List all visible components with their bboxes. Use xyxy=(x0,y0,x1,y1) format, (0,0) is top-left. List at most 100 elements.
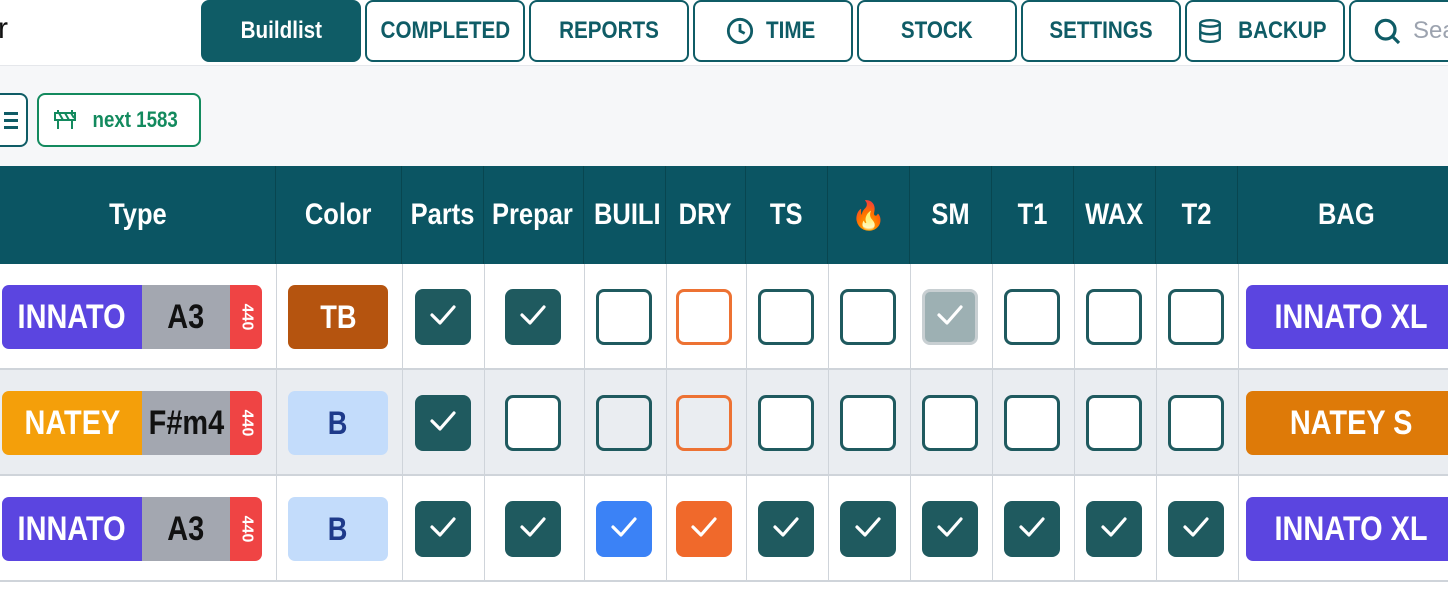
checkbox-sm[interactable] xyxy=(922,289,978,345)
col-ts[interactable]: TS xyxy=(746,166,828,264)
cell-divider xyxy=(828,264,829,368)
checkbox-t2[interactable] xyxy=(1168,289,1224,345)
cell-divider xyxy=(1238,264,1239,368)
fire-icon: 🔥 xyxy=(851,199,886,231)
nav-completed[interactable]: COMPLETED xyxy=(365,0,525,62)
type-name: INNATO xyxy=(2,285,142,349)
checkbox-fire[interactable] xyxy=(840,501,896,557)
cell-divider xyxy=(484,370,485,474)
color-badge[interactable]: B xyxy=(288,391,388,455)
nav-settings[interactable]: SETTINGS xyxy=(1021,0,1181,62)
cell-divider xyxy=(584,476,585,580)
checkbox-parts[interactable] xyxy=(415,289,471,345)
bag-label: INNATO XL xyxy=(1274,509,1428,548)
bag-button[interactable]: INNATO XL xyxy=(1246,497,1448,561)
checkbox-t1[interactable] xyxy=(1004,289,1060,345)
checkbox-sm[interactable] xyxy=(922,395,978,451)
color-badge[interactable]: B xyxy=(288,497,388,561)
tuning-label: 440 xyxy=(237,515,255,543)
checkbox-ts[interactable] xyxy=(758,501,814,557)
checkbox-prepare[interactable] xyxy=(505,395,561,451)
checkbox-fire[interactable] xyxy=(840,395,896,451)
table-row: INNATO A3 440 B INNATO XL xyxy=(0,476,1448,582)
cell-divider xyxy=(828,476,829,580)
col-t2[interactable]: T2 xyxy=(1156,166,1238,264)
checkbox-ts[interactable] xyxy=(758,289,814,345)
next-button[interactable]: next 1583 xyxy=(37,93,201,147)
col-wax[interactable]: WAX xyxy=(1074,166,1156,264)
type-name-label: INNATO xyxy=(17,509,127,548)
type-pill[interactable]: INNATO A3 440 xyxy=(2,497,262,561)
checkbox-parts[interactable] xyxy=(415,395,471,451)
cell-divider xyxy=(1156,370,1157,474)
nav-reports[interactable]: REPORTS xyxy=(529,0,689,62)
checkbox-wax[interactable] xyxy=(1086,289,1142,345)
app-brand: r xyxy=(0,12,8,45)
col-bag[interactable]: BAG xyxy=(1238,166,1448,264)
nav-backup[interactable]: BACKUP xyxy=(1185,0,1345,62)
cell-divider xyxy=(666,370,667,474)
cell-divider xyxy=(276,370,277,474)
check-icon xyxy=(609,515,639,544)
checkbox-wax[interactable] xyxy=(1086,501,1142,557)
check-icon xyxy=(428,303,458,332)
checkbox-sm[interactable] xyxy=(922,501,978,557)
cell-divider xyxy=(746,264,747,368)
checkbox-t2[interactable] xyxy=(1168,501,1224,557)
checkbox-dry[interactable] xyxy=(676,289,732,345)
table-header: Type Color Parts Prepar BUILI DRY TS 🔥 S… xyxy=(0,166,1448,264)
bag-button[interactable]: NATEY S xyxy=(1246,391,1448,455)
col-build[interactable]: BUILI xyxy=(584,166,666,264)
tuning-badge: 440 xyxy=(230,391,262,455)
type-note: F#m4 xyxy=(142,391,230,455)
type-note-label: A3 xyxy=(167,509,205,548)
color-code: B xyxy=(328,510,348,547)
col-fire[interactable]: 🔥 xyxy=(828,166,910,264)
checkbox-dry[interactable] xyxy=(676,501,732,557)
menu-button[interactable] xyxy=(0,93,28,147)
nav-stock[interactable]: STOCK xyxy=(857,0,1017,62)
search-icon xyxy=(1374,18,1401,45)
checkbox-build[interactable] xyxy=(596,289,652,345)
col-dry[interactable]: DRY xyxy=(666,166,746,264)
check-icon xyxy=(935,303,965,332)
col-prepare[interactable]: Prepar xyxy=(484,166,584,264)
nav-time[interactable]: TIME xyxy=(693,0,853,62)
table-row: NATEY F#m4 440 B NATEY S xyxy=(0,370,1448,476)
cell-divider xyxy=(910,370,911,474)
type-pill[interactable]: INNATO A3 440 xyxy=(2,285,262,349)
col-parts[interactable]: Parts xyxy=(402,166,484,264)
checkbox-parts[interactable] xyxy=(415,501,471,557)
cell-divider xyxy=(746,370,747,474)
color-code: TB xyxy=(319,298,357,335)
cell-divider xyxy=(828,370,829,474)
cell-divider xyxy=(666,264,667,368)
type-name: NATEY xyxy=(2,391,142,455)
checkbox-t2[interactable] xyxy=(1168,395,1224,451)
checkbox-ts[interactable] xyxy=(758,395,814,451)
check-icon xyxy=(935,515,965,544)
col-sm[interactable]: SM xyxy=(910,166,992,264)
checkbox-prepare[interactable] xyxy=(505,289,561,345)
checkbox-t1[interactable] xyxy=(1004,395,1060,451)
search-input[interactable]: Sea xyxy=(1349,0,1448,62)
checkbox-wax[interactable] xyxy=(1086,395,1142,451)
nav-buildlist[interactable]: Buildlist xyxy=(201,0,361,62)
checkbox-build[interactable] xyxy=(596,501,652,557)
checkbox-dry[interactable] xyxy=(676,395,732,451)
col-type[interactable]: Type xyxy=(0,166,276,264)
bag-label: NATEY S xyxy=(1289,403,1413,442)
check-icon xyxy=(428,409,458,438)
checkbox-fire[interactable] xyxy=(840,289,896,345)
bag-button[interactable]: INNATO XL xyxy=(1246,285,1448,349)
top-nav: r Buildlist COMPLETED REPORTS TIME STOCK… xyxy=(0,0,1448,66)
color-badge[interactable]: TB xyxy=(288,285,388,349)
checkbox-build[interactable] xyxy=(596,395,652,451)
col-t1[interactable]: T1 xyxy=(992,166,1074,264)
check-icon xyxy=(1181,515,1211,544)
cell-divider xyxy=(992,476,993,580)
checkbox-t1[interactable] xyxy=(1004,501,1060,557)
col-color[interactable]: Color xyxy=(276,166,402,264)
checkbox-prepare[interactable] xyxy=(505,501,561,557)
type-pill[interactable]: NATEY F#m4 440 xyxy=(2,391,262,455)
